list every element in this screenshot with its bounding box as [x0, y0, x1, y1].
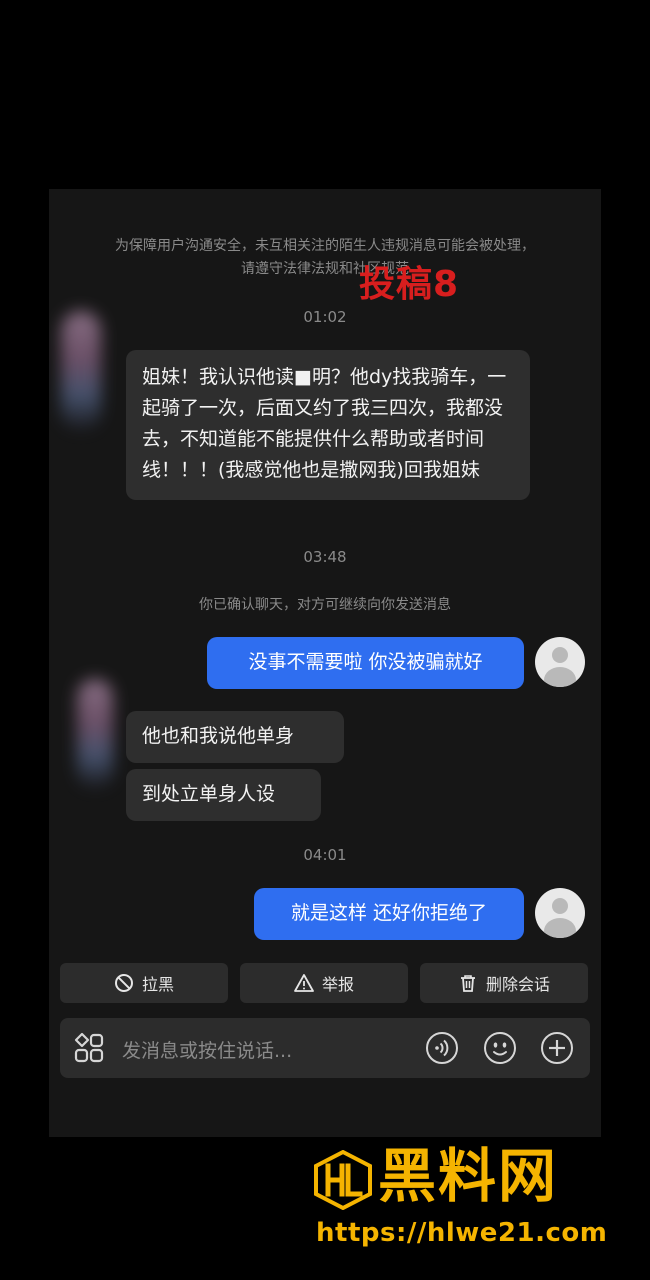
warning-icon	[294, 974, 314, 992]
user-avatar[interactable]	[535, 888, 585, 938]
emoji-icon[interactable]	[483, 1031, 517, 1065]
incoming-message[interactable]: 他也和我说他单身	[126, 711, 344, 763]
plus-icon[interactable]	[540, 1031, 574, 1065]
voice-icon[interactable]	[425, 1031, 459, 1065]
chat-screen: 为保障用户沟通安全，未互相关注的陌生人违规消息可能会被处理，请遵守法律法规和社区…	[49, 189, 601, 1137]
incoming-message[interactable]: 姐妹！我认识他读■明？他dy找我骑车，一起骑了一次，后面又约了我三四次，我都没去…	[126, 350, 530, 500]
timestamp: 04:01	[303, 846, 347, 864]
incoming-message[interactable]: 到处立单身人设	[126, 769, 321, 821]
hl-logo-icon	[314, 1150, 372, 1210]
block-label: 拉黑	[141, 975, 174, 994]
outgoing-message[interactable]: 没事不需要啦 你没被骗就好	[207, 637, 524, 689]
system-message: 你已确认聊天，对方可继续向你发送消息	[199, 597, 451, 613]
block-icon	[114, 974, 133, 992]
delete-conversation-button[interactable]: 删除会话	[420, 963, 588, 1003]
safety-notice: 为保障用户沟通安全，未互相关注的陌生人违规消息可能会被处理，请遵守法律法规和社区…	[115, 238, 535, 277]
trash-icon	[460, 975, 475, 992]
site-brand-name: 黑料网	[378, 1142, 559, 1210]
submission-watermark: 投稿8	[359, 264, 460, 305]
message-input-bar[interactable]: 发消息或按住说话...	[60, 1018, 590, 1078]
report-button[interactable]: 举报	[240, 963, 408, 1003]
message-input[interactable]: 发消息或按住说话...	[122, 1036, 292, 1063]
timestamp: 01:02	[303, 308, 347, 326]
block-button[interactable]: 拉黑	[60, 963, 228, 1003]
apps-grid-icon[interactable]	[72, 1031, 106, 1065]
outgoing-message[interactable]: 就是这样 还好你拒绝了	[254, 888, 524, 940]
report-label: 举报	[321, 975, 354, 994]
timestamp: 03:48	[303, 548, 347, 566]
delete-label: 删除会话	[485, 975, 550, 994]
user-avatar[interactable]	[535, 637, 585, 687]
blurred-avatar	[61, 311, 101, 431]
blurred-avatar	[77, 679, 113, 789]
site-url: https://hlwe21.com	[316, 1218, 608, 1248]
